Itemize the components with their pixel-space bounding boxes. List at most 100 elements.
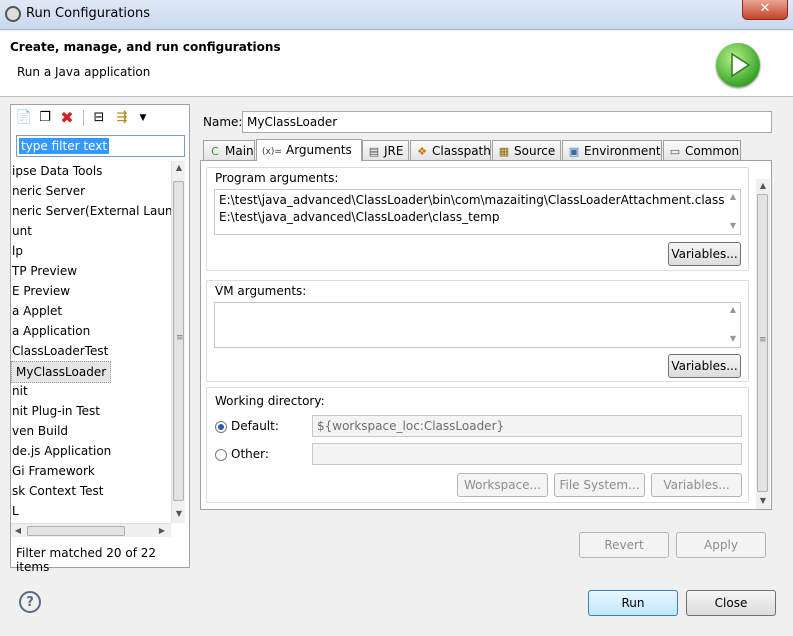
workspace-button[interactable]: Workspace...	[457, 473, 548, 497]
program-arguments-group: Program arguments: E:\test\java_advanced…	[206, 167, 749, 271]
default-directory-radio[interactable]	[215, 421, 227, 433]
scroll-up-arrow-icon[interactable]: ▲	[726, 303, 740, 317]
vm-variables-button[interactable]: Variables...	[668, 354, 741, 378]
run-button[interactable]: Run	[588, 590, 678, 616]
tab-jre[interactable]: ▤ JRE	[362, 140, 409, 160]
tree-item[interactable]: unt	[11, 221, 32, 241]
vm-arguments-group: VM arguments: ▲ ▼ Variables...	[206, 280, 749, 382]
content-scroll-thumb[interactable]: ≡	[757, 194, 768, 492]
view-menu-dropdown-icon[interactable]: ▼	[134, 109, 152, 127]
configuration-name-input[interactable]: MyClassLoader	[242, 111, 772, 133]
working-directory-label: Working directory:	[215, 394, 325, 408]
tree-item[interactable]: MyClassLoader	[11, 361, 112, 383]
duplicate-configuration-icon[interactable]: ❐	[36, 109, 54, 127]
scroll-down-arrow-icon[interactable]: ▼	[726, 219, 740, 233]
window-close-button[interactable]: ✕	[742, 0, 788, 20]
tree-item[interactable]: de.js Application	[11, 441, 111, 461]
scroll-left-arrow-icon[interactable]: ◀	[11, 524, 25, 538]
tab-source[interactable]: ▦ Source	[492, 140, 561, 160]
common-icon: ▭	[669, 145, 681, 158]
working-directory-group: Working directory: Default: ${workspace_…	[206, 387, 749, 503]
tree-item[interactable]: ven Build	[11, 421, 68, 441]
tree-vertical-scroll-thumb[interactable]: ≡	[173, 181, 184, 501]
tab-main[interactable]: C Main	[203, 140, 255, 160]
help-icon[interactable]: ?	[19, 591, 41, 613]
program-arguments-line: E:\test\java_advanced\ClassLoader\class_…	[219, 210, 500, 224]
tab-arguments[interactable]: (x)= Arguments	[256, 139, 362, 161]
vm-arguments-scrollbar[interactable]: ▲ ▼	[726, 303, 740, 347]
program-arguments-label: Program arguments:	[215, 171, 339, 185]
filter-configurations-icon[interactable]: ⇶	[113, 109, 131, 127]
file-system-button[interactable]: File System...	[554, 473, 645, 497]
jre-icon: ▤	[368, 145, 380, 158]
tab-label: Common	[685, 144, 740, 158]
scroll-down-arrow-icon[interactable]: ▼	[756, 494, 770, 508]
vm-arguments-textarea[interactable]	[214, 302, 741, 348]
tree-item[interactable]: lp	[11, 241, 23, 261]
run-banner-icon	[716, 43, 760, 87]
configuration-tree-panel: 📄 ❐ ✖ ⊟ ⇶ ▼ type filter text ipse Data T…	[10, 104, 190, 574]
working-dir-variables-button[interactable]: Variables...	[651, 473, 742, 497]
header-subtitle: Run a Java application	[17, 65, 151, 79]
tab-common[interactable]: ▭ Common	[663, 140, 741, 160]
tree-item[interactable]: neric Server(External Launc	[11, 201, 173, 221]
tree-item[interactable]: neric Server	[11, 181, 85, 201]
arguments-icon: (x)=	[262, 147, 282, 157]
tree-item[interactable]: E Preview	[11, 281, 70, 301]
header-title: Create, manage, and run configurations	[10, 40, 281, 54]
content-vertical-scrollbar[interactable]: ▲ ≡ ▼	[756, 179, 770, 509]
tree-item[interactable]: TP Preview	[11, 261, 77, 281]
tree-item[interactable]: a Application	[11, 321, 90, 341]
grip-icon: ≡	[176, 333, 184, 343]
title-bar[interactable]: Run Configurations ✕	[0, 0, 793, 30]
main-icon: C	[211, 145, 219, 158]
scroll-right-arrow-icon[interactable]: ▶	[155, 524, 169, 538]
tree-item[interactable]: L	[11, 501, 19, 521]
filter-input[interactable]: type filter text	[16, 135, 185, 157]
arguments-tab-content: Program arguments: E:\test\java_advanced…	[200, 160, 772, 510]
classpath-icon: ❖	[417, 145, 427, 158]
scroll-up-arrow-icon[interactable]: ▲	[756, 179, 770, 193]
scroll-down-arrow-icon[interactable]: ▼	[172, 507, 186, 521]
filter-input-text: type filter text	[19, 138, 110, 154]
delete-configuration-icon[interactable]: ✖	[58, 109, 76, 127]
tab-classpath[interactable]: ❖ Classpath	[410, 140, 491, 160]
program-arguments-line: E:\test\java_advanced\ClassLoader\bin\co…	[219, 193, 725, 207]
revert-button[interactable]: Revert	[579, 532, 669, 558]
other-directory-radio[interactable]	[215, 449, 227, 461]
tree-item[interactable]: nit	[11, 381, 28, 401]
configuration-tree[interactable]: ipse Data Tools neric Server neric Server(…	[11, 161, 173, 521]
source-icon: ▦	[498, 145, 510, 158]
tree-item[interactable]: ClassLoaderTest	[11, 341, 108, 361]
program-arguments-textarea[interactable]: E:\test\java_advanced\ClassLoader\bin\co…	[214, 189, 741, 235]
close-button[interactable]: Close	[686, 590, 776, 616]
vm-arguments-label: VM arguments:	[215, 284, 307, 298]
tree-item[interactable]: a Applet	[11, 301, 62, 321]
name-label: Name:	[203, 115, 243, 129]
tree-item[interactable]: ipse Data Tools	[11, 161, 102, 181]
collapse-all-icon[interactable]: ⊟	[90, 109, 108, 127]
tree-horizontal-scrollbar[interactable]: ◀ ▶	[11, 523, 171, 537]
scroll-up-arrow-icon[interactable]: ▲	[726, 190, 740, 204]
tab-label: Classpath	[432, 144, 491, 158]
tab-label: Source	[514, 144, 556, 158]
tab-label: Arguments	[286, 143, 352, 157]
tree-vertical-scrollbar[interactable]: ▲ ≡ ▼	[171, 161, 185, 523]
tree-item[interactable]: Gi Framework	[11, 461, 95, 481]
tab-label: Main	[225, 144, 254, 158]
new-launch-configuration-icon[interactable]: 📄	[15, 109, 33, 127]
tree-item[interactable]: nit Plug-in Test	[11, 401, 100, 421]
scroll-up-arrow-icon[interactable]: ▲	[172, 161, 186, 175]
tree-item[interactable]: sk Context Test	[11, 481, 103, 501]
other-directory-field[interactable]	[312, 443, 742, 465]
tree-horizontal-scroll-thumb[interactable]	[27, 526, 125, 536]
eclipse-app-icon	[5, 6, 21, 22]
program-variables-button[interactable]: Variables...	[668, 242, 741, 266]
tab-environment[interactable]: ▣ Environment	[562, 140, 662, 160]
apply-button[interactable]: Apply	[676, 532, 766, 558]
program-arguments-scrollbar[interactable]: ▲ ▼	[726, 190, 740, 234]
other-directory-label: Other:	[231, 447, 269, 461]
scroll-down-arrow-icon[interactable]: ▼	[726, 332, 740, 346]
tab-label: JRE	[384, 144, 404, 158]
dialog-header: Create, manage, and run configurations R…	[0, 31, 793, 97]
